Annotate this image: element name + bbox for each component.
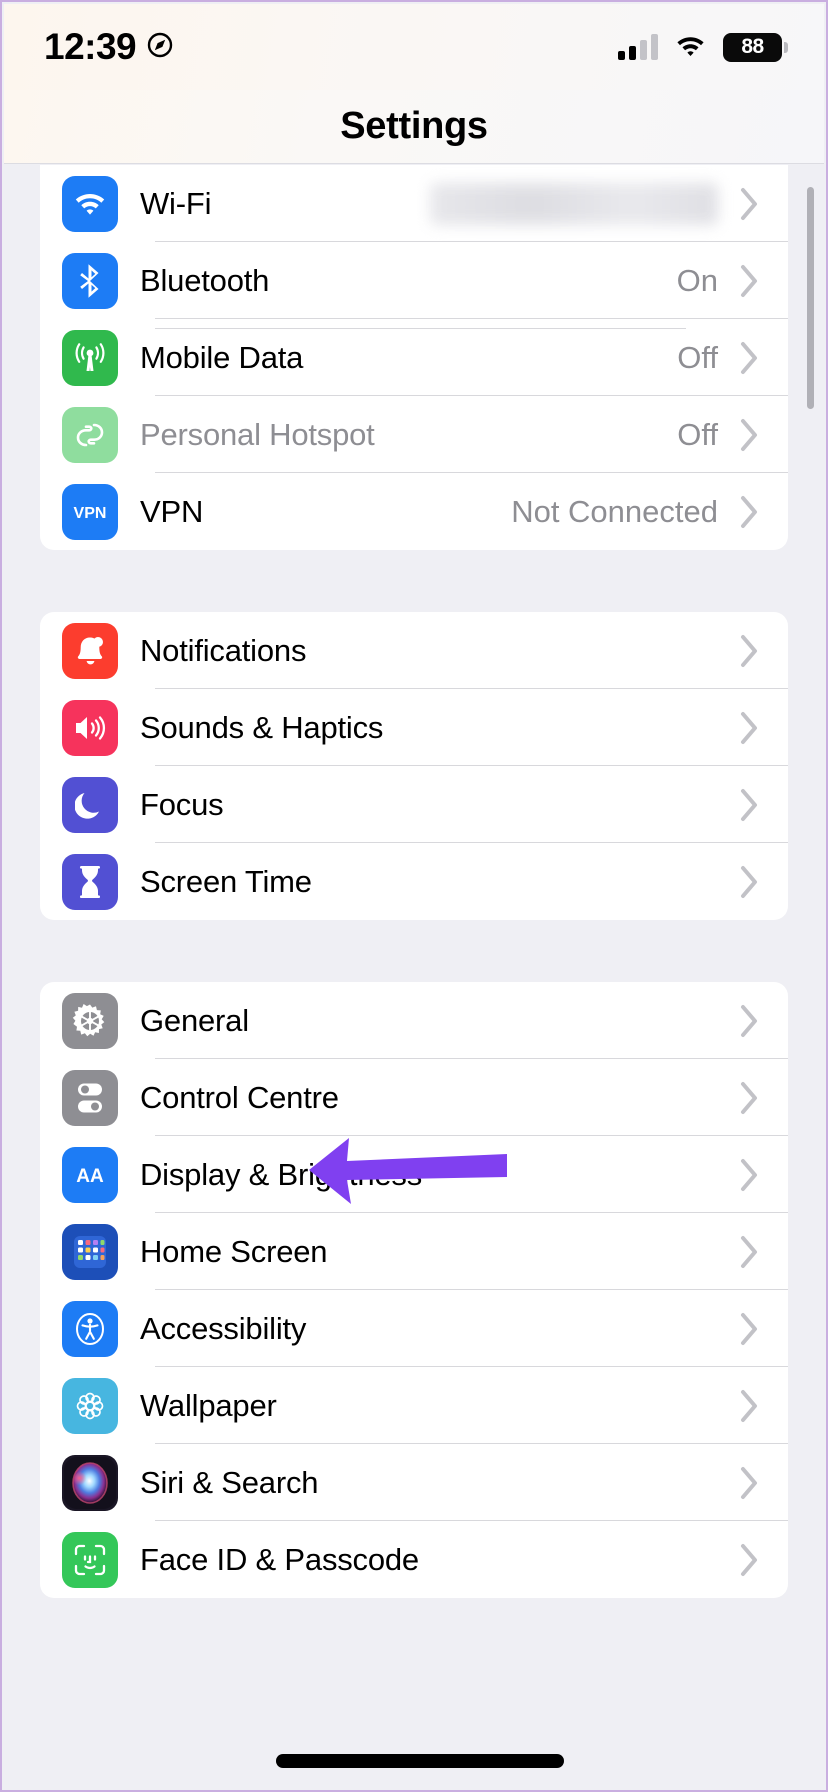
- settings-row[interactable]: Accessibility: [40, 1290, 788, 1367]
- settings-row-label: Sounds & Haptics: [140, 709, 384, 745]
- chevron-right-icon: [732, 865, 768, 899]
- settings-row-label: General: [140, 1002, 249, 1038]
- settings-row[interactable]: Sounds & Haptics: [40, 689, 788, 766]
- notifications-bell-icon: [62, 622, 118, 679]
- vpn-icon: VPN: [62, 483, 118, 540]
- mobile-data-icon: [62, 329, 118, 386]
- settings-row-label: Bluetooth: [140, 262, 270, 298]
- screen-time-hourglass-icon: [62, 853, 118, 910]
- sounds-speaker-icon: [62, 699, 118, 756]
- cellular-signal-icon: [618, 34, 658, 60]
- general-gear-icon: [62, 992, 118, 1049]
- display-brightness-icon: AA: [62, 1146, 118, 1203]
- settings-group-system: General Control Centre AA Display & Brightn…: [40, 982, 788, 1598]
- nav-bar: Settings: [4, 90, 824, 164]
- settings-row[interactable]: VPN VPN Not Connected: [40, 473, 788, 550]
- settings-row[interactable]: Focus: [40, 766, 788, 843]
- chevron-right-icon: [732, 341, 768, 375]
- settings-row[interactable]: General: [40, 982, 788, 1059]
- bluetooth-icon: [62, 252, 118, 309]
- settings-row-label: Wi-Fi: [140, 185, 212, 221]
- svg-text:AA: AA: [76, 1166, 104, 1187]
- focus-moon-icon: [62, 776, 118, 833]
- status-bar-left: 12:39: [44, 26, 173, 68]
- chevron-right-icon: [732, 264, 768, 298]
- phone-screen: 12:39 88 Settings Wi-Fi Bluetooth On Mob…: [0, 0, 828, 1792]
- settings-row-value: Not Connected: [511, 493, 718, 529]
- home-screen-icon: [62, 1223, 118, 1280]
- chevron-right-icon: [732, 1312, 768, 1346]
- chevron-right-icon: [732, 1158, 768, 1192]
- settings-row[interactable]: Siri & Search: [40, 1444, 788, 1521]
- settings-row[interactable]: Wallpaper: [40, 1367, 788, 1444]
- battery-icon: 88: [723, 32, 788, 62]
- settings-row[interactable]: Wi-Fi: [40, 165, 788, 242]
- chevron-right-icon: [732, 634, 768, 668]
- accessibility-icon: [62, 1300, 118, 1357]
- settings-row-label: Personal Hotspot: [140, 416, 375, 452]
- chevron-right-icon: [732, 1081, 768, 1115]
- settings-group-alerts: Notifications Sounds & Haptics Focus Screen…: [40, 612, 788, 920]
- chevron-right-icon: [732, 1004, 768, 1038]
- chevron-right-icon: [732, 1466, 768, 1500]
- settings-row[interactable]: Mobile Data Off: [40, 319, 788, 396]
- settings-row-label: Siri & Search: [140, 1464, 319, 1500]
- settings-row[interactable]: Screen Time: [40, 843, 788, 920]
- settings-row-value: Off: [677, 339, 718, 375]
- settings-row-label: Display & Brightness: [140, 1156, 423, 1192]
- chevron-right-icon: [732, 788, 768, 822]
- group-gap: [4, 920, 824, 982]
- settings-row-label: Home Screen: [140, 1233, 328, 1269]
- redacted-value: [430, 182, 718, 225]
- settings-row-label: Accessibility: [140, 1310, 307, 1346]
- chevron-right-icon: [732, 1235, 768, 1269]
- battery-level-text: 88: [741, 35, 764, 58]
- chevron-right-icon: [732, 418, 768, 452]
- control-centre-icon: [62, 1069, 118, 1126]
- settings-row-label: Mobile Data: [140, 339, 304, 375]
- settings-row-value: On: [676, 262, 718, 298]
- settings-row-label: Control Centre: [140, 1079, 339, 1115]
- chevron-right-icon: [732, 711, 768, 745]
- chevron-right-icon: [732, 495, 768, 529]
- home-indicator: [276, 1754, 564, 1768]
- settings-row[interactable]: Personal Hotspot Off: [40, 396, 788, 473]
- wifi-icon: [674, 33, 707, 62]
- page-title: Settings: [340, 105, 488, 147]
- face-id-icon: [62, 1531, 118, 1588]
- wifi-icon: [62, 175, 118, 232]
- settings-row[interactable]: Bluetooth On: [40, 242, 788, 319]
- settings-scroll-view[interactable]: Wi-Fi Bluetooth On Mobile Data Off Personal H…: [4, 165, 824, 1788]
- group-gap: [4, 550, 824, 612]
- chevron-right-icon: [732, 1543, 768, 1577]
- settings-group-connectivity: Wi-Fi Bluetooth On Mobile Data Off Personal H…: [40, 165, 788, 550]
- settings-row[interactable]: Face ID & Passcode: [40, 1521, 788, 1598]
- settings-row-label: Focus: [140, 786, 224, 822]
- status-bar-right: 88: [618, 32, 788, 62]
- settings-row-label: Wallpaper: [140, 1387, 277, 1423]
- personal-hotspot-icon: [62, 406, 118, 463]
- chevron-right-icon: [732, 187, 768, 221]
- top-separator: [155, 328, 686, 329]
- chevron-right-icon: [732, 1389, 768, 1423]
- settings-row-value: Off: [677, 416, 718, 452]
- settings-row-label: Screen Time: [140, 863, 312, 899]
- status-bar: 12:39 88: [4, 4, 824, 90]
- settings-row-label: Notifications: [140, 632, 307, 668]
- vertical-scrollbar[interactable]: [807, 187, 814, 409]
- settings-groups: Wi-Fi Bluetooth On Mobile Data Off Personal H…: [4, 165, 824, 1598]
- status-bar-clock: 12:39: [44, 26, 137, 67]
- wallpaper-icon: [62, 1377, 118, 1434]
- svg-text:VPN: VPN: [74, 505, 107, 522]
- settings-row[interactable]: Control Centre: [40, 1059, 788, 1136]
- siri-search-icon: [62, 1454, 118, 1511]
- settings-row[interactable]: Notifications: [40, 612, 788, 689]
- location-arrow-icon: [147, 32, 173, 63]
- settings-row[interactable]: AA Display & Brightness: [40, 1136, 788, 1213]
- settings-row-label: VPN: [140, 493, 204, 529]
- settings-row-label: Face ID & Passcode: [140, 1541, 419, 1577]
- settings-row[interactable]: Home Screen: [40, 1213, 788, 1290]
